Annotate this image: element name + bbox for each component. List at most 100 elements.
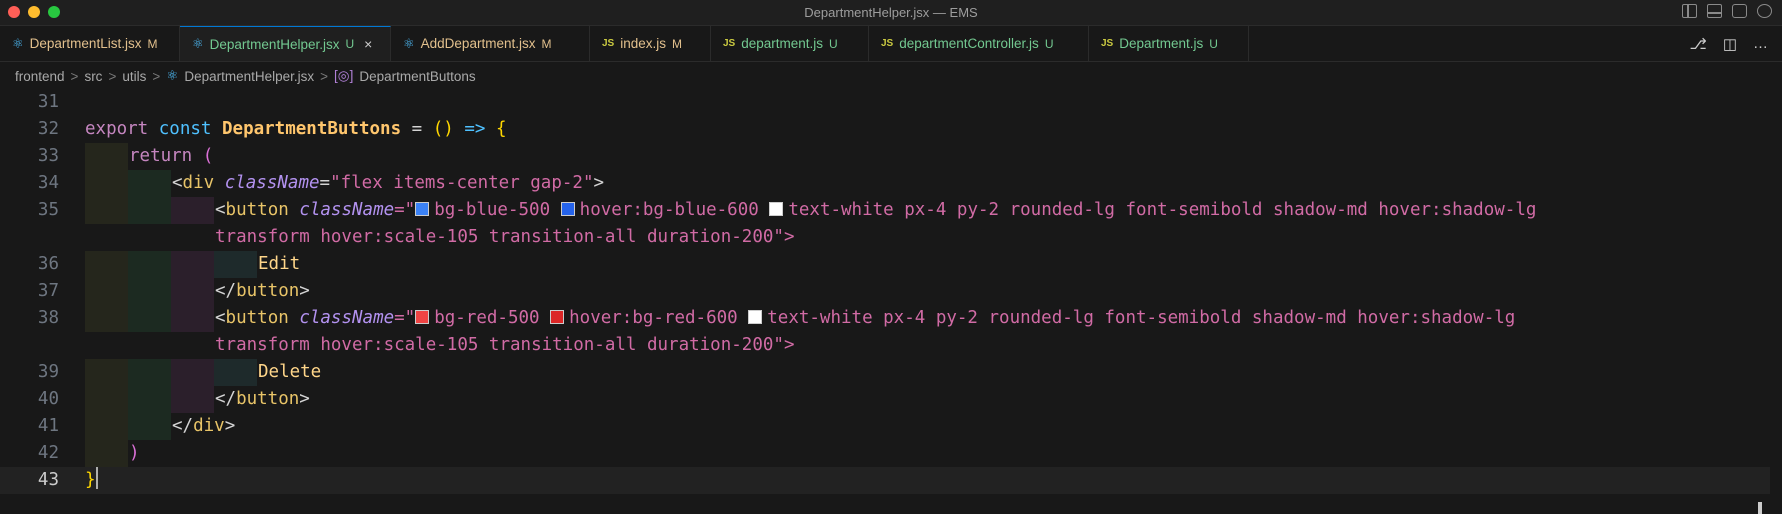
tab-label: DepartmentHelper.jsx xyxy=(209,36,340,52)
indent-guide xyxy=(85,413,128,440)
indent-guide xyxy=(85,359,128,386)
color-swatch[interactable] xyxy=(769,202,784,216)
react-icon: ⚛ xyxy=(192,36,204,51)
indent-guide xyxy=(128,413,171,440)
code-text: export const DepartmentButtons = () => { xyxy=(85,119,507,139)
code-line-current[interactable]: 43 } xyxy=(0,467,1770,494)
code-line[interactable]: 36 Edit xyxy=(0,251,1770,278)
tab-department-model[interactable]: JS Department.js U xyxy=(1089,26,1249,61)
code-line[interactable]: 42 ) xyxy=(0,440,1770,467)
code-line[interactable]: 38 <button className=" bg-red-500 hover:b… xyxy=(0,305,1770,332)
code-text: </button> xyxy=(215,281,310,301)
git-status-badge: M xyxy=(541,36,552,51)
code-line-wrapped[interactable]: transform hover:scale-105 transition-all… xyxy=(0,332,1770,359)
react-icon: ⚛ xyxy=(12,35,24,51)
breadcrumb-separator: > xyxy=(152,68,161,84)
indent-guide xyxy=(128,386,171,413)
code-line[interactable]: 33 return ( xyxy=(0,143,1770,170)
code-text: ) xyxy=(129,443,140,463)
code-line[interactable]: 41 </div> xyxy=(0,413,1770,440)
tab-label: Department.js xyxy=(1119,36,1204,51)
code-text: Delete xyxy=(258,362,322,382)
indent-guide xyxy=(85,386,128,413)
js-icon: JS xyxy=(881,38,894,49)
split-editor-icon[interactable]: ◫ xyxy=(1723,35,1737,53)
line-number: 37 xyxy=(37,281,59,301)
indent-guide xyxy=(171,305,214,332)
line-number: 40 xyxy=(37,389,59,409)
git-status-badge: M xyxy=(672,36,683,51)
color-swatch[interactable] xyxy=(560,202,575,216)
vertical-scrollbar[interactable] xyxy=(1758,502,1762,514)
color-swatch[interactable] xyxy=(748,310,763,324)
code-text: <div className="flex items-center gap-2"… xyxy=(172,173,605,193)
code-line[interactable]: 39 Delete xyxy=(0,359,1770,386)
indent-guide xyxy=(128,197,171,224)
line-number: 32 xyxy=(37,119,59,139)
indent-guide xyxy=(214,359,257,386)
react-icon: ⚛ xyxy=(166,68,179,83)
indent-guide xyxy=(214,251,257,278)
indent-guide xyxy=(128,359,171,386)
breadcrumb: frontend > src > utils > ⚛ DepartmentHel… xyxy=(15,68,476,84)
breadcrumb-item-file[interactable]: DepartmentHelper.jsx xyxy=(184,69,314,84)
gear-icon[interactable] xyxy=(1757,4,1772,18)
indent-guide xyxy=(171,278,214,305)
code-text: <button className=" bg-red-500 hover:bg-r… xyxy=(215,308,1516,328)
git-status-badge: U xyxy=(1044,36,1054,51)
window-title: DepartmentHelper.jsx — EMS xyxy=(804,5,978,20)
indent-guide xyxy=(171,386,214,413)
indent-guide xyxy=(85,305,128,332)
code-editor[interactable]: 31 32 export const DepartmentButtons = (… xyxy=(0,89,1770,514)
tab-add-department[interactable]: ⚛ AddDepartment.jsx M xyxy=(391,26,590,61)
tab-department-route[interactable]: JS department.js U xyxy=(711,26,869,61)
color-swatch[interactable] xyxy=(415,202,430,216)
breadcrumb-separator: > xyxy=(108,68,117,84)
line-number: 38 xyxy=(37,308,59,328)
breadcrumb-item-frontend[interactable]: frontend xyxy=(15,69,65,84)
tab-department-controller[interactable]: JS departmentController.js U xyxy=(869,26,1089,61)
indent-guide xyxy=(128,170,171,197)
more-actions-icon[interactable]: … xyxy=(1753,35,1768,53)
code-text: transform hover:scale-105 transition-all… xyxy=(215,227,795,247)
code-line[interactable]: 35 <button className=" bg-blue-500 hover:… xyxy=(0,197,1770,224)
code-line[interactable]: 37 </button> xyxy=(0,278,1770,305)
js-icon: JS xyxy=(602,38,615,49)
close-tab-icon[interactable]: × xyxy=(364,36,372,52)
code-line[interactable]: 34 <div className="flex items-center gap… xyxy=(0,170,1770,197)
indent-guide xyxy=(85,197,128,224)
open-changes-icon[interactable]: ⎇ xyxy=(1690,35,1707,53)
tab-department-helper[interactable]: ⚛ DepartmentHelper.jsx U × xyxy=(180,26,391,61)
extensions-icon[interactable] xyxy=(1732,4,1747,18)
indent-guide xyxy=(85,251,128,278)
indent-guide xyxy=(85,143,128,170)
git-status-badge: M xyxy=(147,36,158,51)
code-line[interactable]: 31 xyxy=(0,89,1770,116)
code-line-wrapped[interactable]: transform hover:scale-105 transition-all… xyxy=(0,224,1770,251)
line-number: 34 xyxy=(37,173,59,193)
breadcrumb-item-symbol[interactable]: DepartmentButtons xyxy=(359,69,475,84)
breadcrumb-item-utils[interactable]: utils xyxy=(122,69,146,84)
indent-guide xyxy=(171,251,214,278)
breadcrumb-separator: > xyxy=(320,68,329,84)
line-number: 36 xyxy=(37,254,59,274)
color-swatch[interactable] xyxy=(550,310,565,324)
indent-guide xyxy=(128,305,171,332)
line-number: 42 xyxy=(37,443,59,463)
breadcrumb-item-src[interactable]: src xyxy=(84,69,102,84)
code-text: return ( xyxy=(129,146,214,166)
toggle-panel-icon[interactable] xyxy=(1707,4,1722,18)
code-line[interactable]: 40 </button> xyxy=(0,386,1770,413)
code-text: } xyxy=(85,467,98,494)
tab-department-list[interactable]: ⚛ DepartmentList.jsx M xyxy=(0,26,180,61)
code-line[interactable]: 32 export const DepartmentButtons = () =… xyxy=(0,116,1770,143)
line-number: 33 xyxy=(37,146,59,166)
color-swatch[interactable] xyxy=(415,310,430,324)
toggle-primary-sidebar-icon[interactable] xyxy=(1682,4,1697,18)
indent-guide xyxy=(85,440,128,467)
line-number: 43 xyxy=(37,470,59,490)
line-number: 41 xyxy=(37,416,59,436)
breadcrumb-separator: > xyxy=(70,68,79,84)
tab-index[interactable]: JS index.js M xyxy=(590,26,711,61)
code-text: </button> xyxy=(215,389,310,409)
